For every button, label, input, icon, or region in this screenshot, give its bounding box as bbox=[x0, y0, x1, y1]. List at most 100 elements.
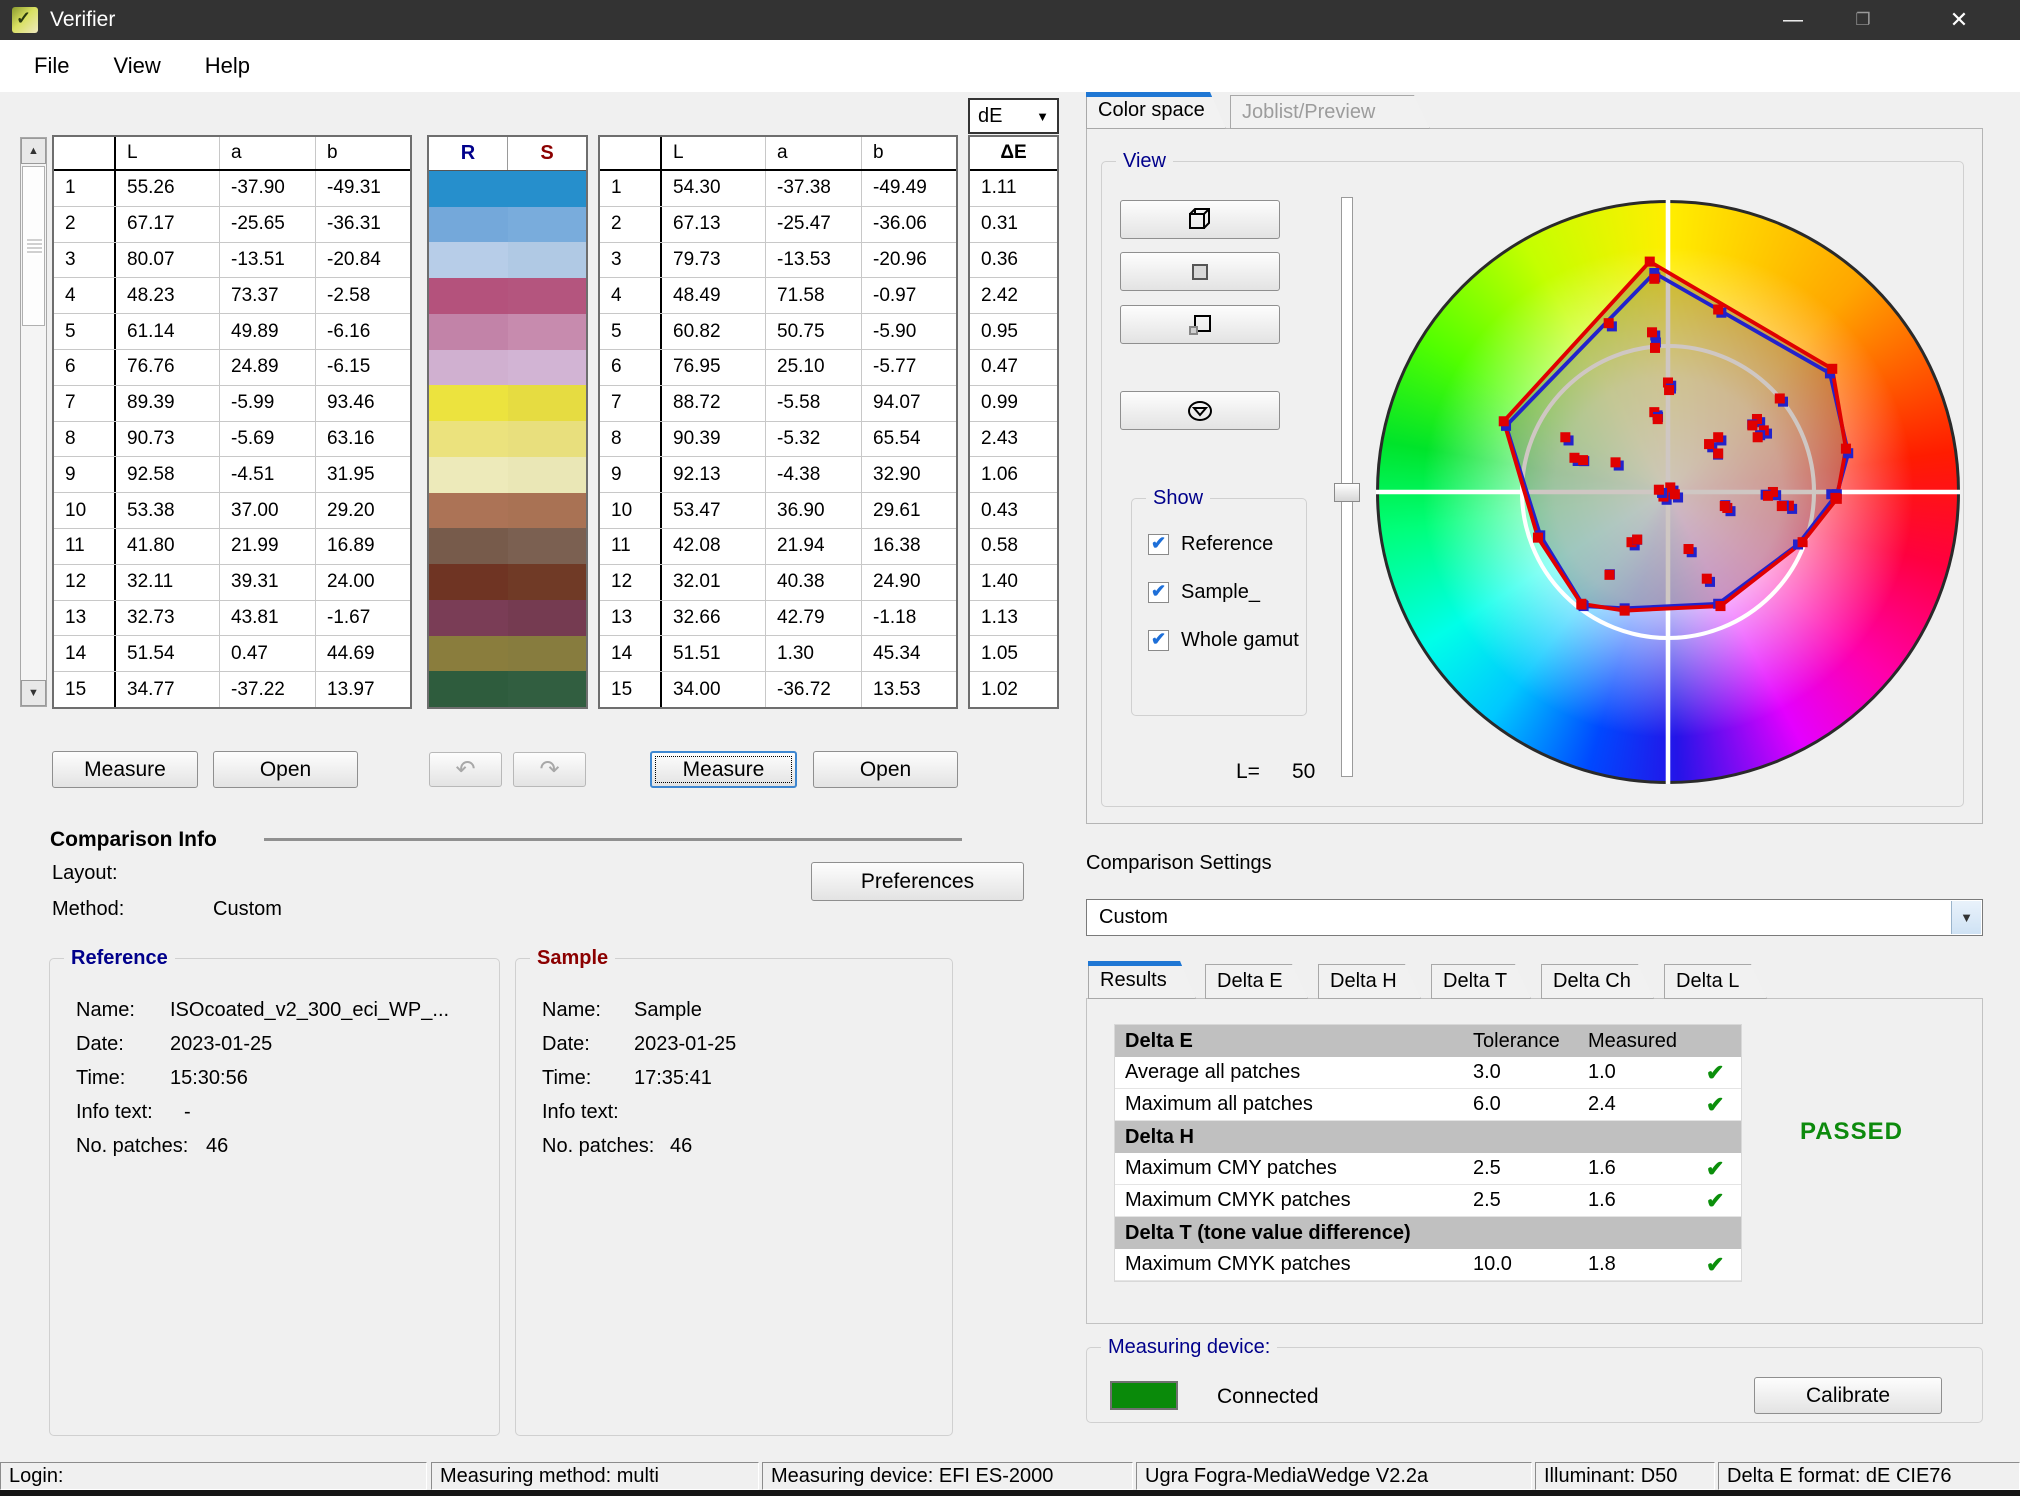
reference-point bbox=[1569, 453, 1579, 463]
table-row[interactable]: 890.73-5.6963.16 bbox=[54, 422, 410, 458]
patch-row bbox=[429, 528, 586, 564]
minimize-button[interactable]: — bbox=[1758, 0, 1828, 40]
table-row[interactable]: 380.07-13.51-20.84 bbox=[54, 243, 410, 279]
row-number-cell: 11 bbox=[600, 529, 662, 564]
reference-patch bbox=[429, 207, 508, 243]
b-value-cell: -6.16 bbox=[316, 314, 410, 349]
tab-delta-h[interactable]: Delta H bbox=[1318, 964, 1421, 999]
table-row[interactable]: 561.1449.89-6.16 bbox=[54, 314, 410, 350]
table-row[interactable]: 676.7624.89-6.15 bbox=[54, 350, 410, 386]
comparison-settings-dropdown[interactable]: Custom ▼ bbox=[1086, 899, 1983, 936]
show-reference-checkbox[interactable]: Reference bbox=[1148, 533, 1273, 556]
table-row[interactable]: 1451.540.4744.69 bbox=[54, 636, 410, 672]
measure-reference-button[interactable]: Measure bbox=[52, 751, 198, 788]
delta-format-dropdown[interactable]: dE ▼ bbox=[968, 98, 1059, 134]
cube-icon bbox=[1185, 205, 1215, 235]
undo-button[interactable]: ↶ bbox=[429, 752, 502, 787]
l-value-cell: 34.00 bbox=[662, 672, 766, 707]
table-row[interactable]: 1053.3837.0029.20 bbox=[54, 493, 410, 529]
tab-results[interactable]: Results bbox=[1088, 961, 1196, 999]
menu-view[interactable]: View bbox=[103, 49, 170, 83]
menu-help[interactable]: Help bbox=[195, 49, 260, 83]
table-row[interactable]: 267.17-25.65-36.31 bbox=[54, 207, 410, 243]
close-button[interactable]: ✕ bbox=[1898, 0, 2020, 40]
table-row[interactable]: 1534.00-36.7213.53 bbox=[600, 672, 956, 707]
tab-delta-l[interactable]: Delta L bbox=[1664, 964, 1767, 999]
reference-hull-point bbox=[1533, 533, 1543, 543]
tab-color-space[interactable]: Color space bbox=[1086, 92, 1226, 129]
scroll-up-button[interactable]: ▲ bbox=[21, 138, 46, 164]
l-value-cell: 61.14 bbox=[116, 314, 220, 349]
menu-file[interactable]: File bbox=[24, 49, 79, 83]
table-row[interactable]: 1232.1139.3124.00 bbox=[54, 565, 410, 601]
delta-e-row: 1.40 bbox=[970, 565, 1057, 601]
table-row[interactable]: 448.2373.37-2.58 bbox=[54, 278, 410, 314]
column-header bbox=[600, 137, 662, 169]
table-row[interactable]: 1142.0821.9416.38 bbox=[600, 529, 956, 565]
scroll-down-button[interactable]: ▼ bbox=[21, 680, 46, 706]
tab-delta-t[interactable]: Delta T bbox=[1431, 964, 1531, 999]
result-label: Maximum CMYK patches bbox=[1115, 1189, 1473, 1212]
calibrate-button[interactable]: Calibrate bbox=[1754, 1377, 1942, 1414]
measure-sample-button[interactable]: Measure bbox=[650, 751, 797, 788]
lightness-slider-thumb[interactable] bbox=[1334, 483, 1360, 502]
tab-joblist-preview[interactable]: Joblist/Preview bbox=[1230, 95, 1430, 129]
a-value-cell: 42.79 bbox=[766, 601, 862, 636]
view-2d-button[interactable] bbox=[1120, 252, 1280, 291]
table-row[interactable]: 1141.8021.9916.89 bbox=[54, 529, 410, 565]
table-row[interactable]: 155.26-37.90-49.31 bbox=[54, 171, 410, 207]
reference-patch bbox=[429, 350, 508, 386]
table-row[interactable]: 890.39-5.3265.54 bbox=[600, 422, 956, 458]
table-row[interactable]: 267.13-25.47-36.06 bbox=[600, 207, 956, 243]
tab-label: Delta E bbox=[1217, 970, 1283, 993]
table-row[interactable]: 788.72-5.5894.07 bbox=[600, 386, 956, 422]
b-value-cell: 31.95 bbox=[316, 457, 410, 492]
scrollbar-thumb[interactable] bbox=[22, 166, 45, 326]
a-value-cell: 73.37 bbox=[220, 278, 316, 313]
l-value-cell: 88.72 bbox=[662, 386, 766, 421]
row-number-cell: 9 bbox=[54, 457, 116, 492]
table-row[interactable]: 1534.77-37.2213.97 bbox=[54, 672, 410, 707]
tolerance-column-header: Tolerance bbox=[1473, 1030, 1588, 1053]
row-number-cell: 6 bbox=[600, 350, 662, 385]
table-row[interactable]: 560.8250.75-5.90 bbox=[600, 314, 956, 350]
tab-delta-ch[interactable]: Delta Ch bbox=[1541, 964, 1654, 999]
open-reference-button[interactable]: Open bbox=[213, 751, 358, 788]
table-row[interactable]: 448.4971.58-0.97 bbox=[600, 278, 956, 314]
redo-button[interactable]: ↷ bbox=[513, 752, 586, 787]
table-row[interactable]: 1332.6642.79-1.18 bbox=[600, 601, 956, 637]
sample-patch bbox=[508, 421, 587, 457]
view-3d-button[interactable] bbox=[1120, 200, 1280, 239]
reference-hull-point bbox=[1798, 537, 1808, 547]
table-row[interactable]: 154.30-37.38-49.49 bbox=[600, 171, 956, 207]
table-row[interactable]: 676.9525.10-5.77 bbox=[600, 350, 956, 386]
open-sample-button[interactable]: Open bbox=[813, 751, 958, 788]
b-value-cell: 32.90 bbox=[862, 457, 956, 492]
reference-patch bbox=[429, 493, 508, 529]
l-value-cell: 90.73 bbox=[116, 422, 220, 457]
table-row[interactable]: 1232.0140.3824.90 bbox=[600, 565, 956, 601]
preferences-button[interactable]: Preferences bbox=[811, 862, 1024, 901]
a-value-cell: -5.99 bbox=[220, 386, 316, 421]
delta-e-value: 0.99 bbox=[970, 386, 1057, 421]
vertical-scrollbar[interactable]: ▲ ▼ bbox=[20, 137, 47, 707]
table-row[interactable]: 992.13-4.3832.90 bbox=[600, 457, 956, 493]
table-row[interactable]: 1451.511.3045.34 bbox=[600, 636, 956, 672]
dropdown-arrow-button[interactable]: ▼ bbox=[1951, 901, 1981, 934]
tab-delta-e[interactable]: Delta E bbox=[1205, 964, 1308, 999]
table-row[interactable]: 1053.4736.9029.61 bbox=[600, 493, 956, 529]
ref-name-label: Name: bbox=[76, 999, 135, 1022]
table-row[interactable]: 992.58-4.5131.95 bbox=[54, 457, 410, 493]
sample-patch bbox=[508, 457, 587, 493]
l-value-cell: 54.30 bbox=[662, 171, 766, 206]
smp-patches-value: 46 bbox=[670, 1135, 692, 1158]
view-compare-button[interactable] bbox=[1120, 305, 1280, 344]
table-row[interactable]: 379.73-13.53-20.96 bbox=[600, 243, 956, 279]
show-whole-gamut-checkbox[interactable]: Whole gamut bbox=[1148, 629, 1299, 652]
table-row[interactable]: 789.39-5.9993.46 bbox=[54, 386, 410, 422]
b-value-cell: 24.00 bbox=[316, 565, 410, 600]
table-row[interactable]: 1332.7343.81-1.67 bbox=[54, 601, 410, 637]
show-sample-checkbox[interactable]: Sample_ bbox=[1148, 581, 1260, 604]
view-rotate-button[interactable] bbox=[1120, 391, 1280, 430]
maximize-button[interactable]: ❐ bbox=[1828, 0, 1898, 40]
